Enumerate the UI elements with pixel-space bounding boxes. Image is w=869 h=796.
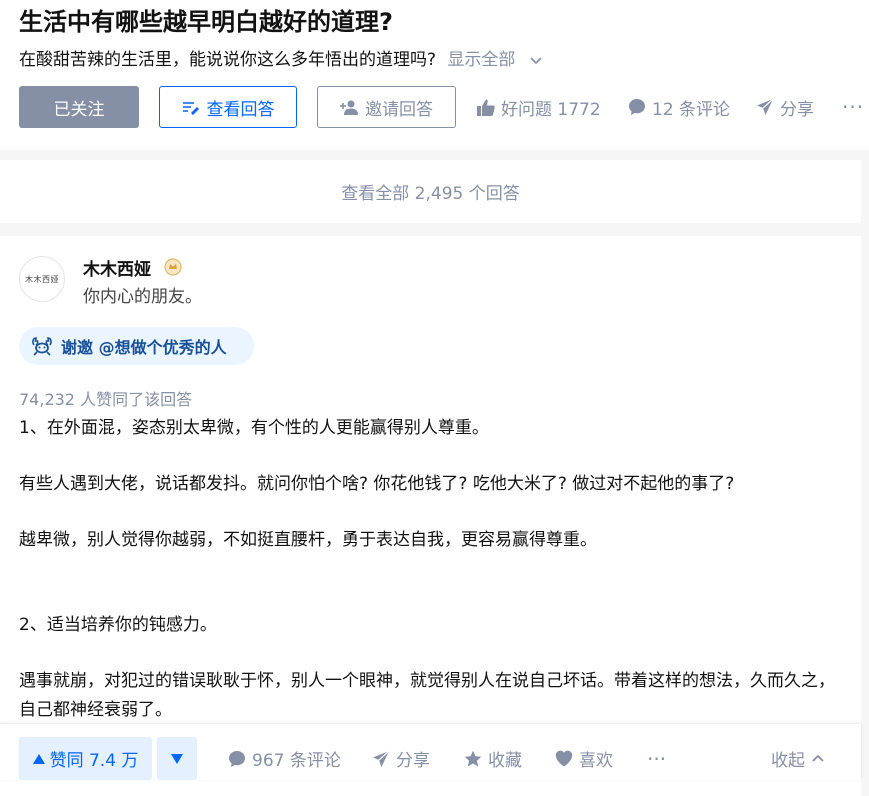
invite-tag[interactable]: 谢邀 @想做个优秀的人 <box>19 327 254 365</box>
author-name[interactable]: 木木西娅 <box>83 255 151 280</box>
more-icon: ··· <box>842 95 865 119</box>
answer-comments-label: 967 条评论 <box>252 751 341 771</box>
question-detail-text: 在酸甜苦辣的生活里，能说说你这么多年悟出的道理吗? <box>19 50 437 70</box>
question-comments-label: 12 条评论 <box>652 99 731 120</box>
star-icon <box>464 750 482 766</box>
triangle-down-icon <box>171 753 183 764</box>
question-share-label: 分享 <box>780 99 814 120</box>
answer-paragraph: 遇事就崩，对犯过的错误耿耿于怀，别人一个眼神，就觉得别人在说自己坏话。带着这样的… <box>19 671 835 720</box>
collapse-button[interactable]: 收起 <box>771 737 825 780</box>
view-all-answers-button[interactable]: 查看全部 2,495 个回答 <box>0 160 861 223</box>
answer-paragraph: 2、适当培养你的钝感力。 <box>19 615 217 635</box>
vote-up-button[interactable]: 赞同 7.4 万 <box>19 737 152 780</box>
invite-crab-icon <box>32 337 52 356</box>
author-bio: 你内心的朋友。 <box>83 287 202 307</box>
followed-label: 已关注 <box>53 99 105 120</box>
view-answers-button[interactable]: 查看回答 <box>159 86 297 128</box>
answer-content: 1、在外面混，姿态别太卑微，有个性的人更能赢得别人尊重。 有些人遇到大佬，说话都… <box>19 414 839 752</box>
question-more-button[interactable]: ··· <box>842 86 864 128</box>
show-all-button[interactable]: 显示全部 <box>447 50 542 70</box>
question-header: 生活中有哪些越早明白越好的道理? 在酸甜苦辣的生活里，能说说你这么多年悟出的道理… <box>0 0 869 150</box>
answer-action-bar: 赞同 7.4 万 967 条评论 分享 收藏 喜欢 ··· 收起 <box>0 724 861 780</box>
invite-tag-label: 谢邀 @想做个优秀的人 <box>61 338 227 357</box>
votes-count: 74,232 人赞同了该回答 <box>19 390 193 409</box>
comment-icon <box>629 99 645 115</box>
collect-button[interactable]: 收藏 <box>464 737 522 780</box>
question-detail: 在酸甜苦辣的生活里，能说说你这么多年悟出的道理吗? 显示全部 <box>19 47 543 73</box>
invite-answer-button[interactable]: 邀请回答 <box>317 86 456 128</box>
answer-card: 木木西娅 木木西娅 你内心的朋友。 谢邀 @想做个优秀的人 74,232 人赞同… <box>0 236 861 796</box>
paper-plane-icon <box>757 98 774 115</box>
pencil-lines-icon <box>182 102 199 115</box>
triangle-up-icon <box>32 753 45 764</box>
answer-share-button[interactable]: 分享 <box>372 737 430 780</box>
comment-icon <box>229 750 245 767</box>
avatar[interactable]: 木木西娅 <box>19 256 65 302</box>
answer-share-label: 分享 <box>396 751 430 771</box>
like-button[interactable]: 喜欢 <box>555 737 613 780</box>
show-all-label: 显示全部 <box>447 50 516 70</box>
vote-down-button[interactable] <box>157 737 197 780</box>
view-answers-label: 查看回答 <box>206 99 275 120</box>
badge-icon[interactable] <box>164 258 182 276</box>
answer-paragraph: 有些人遇到大佬，说话都发抖。就问你怕个啥? 你花他钱了? 吃他大米了? 做过对不… <box>19 474 735 494</box>
followed-button[interactable]: 已关注 <box>19 86 139 128</box>
chevron-up-icon <box>812 754 824 762</box>
question-title[interactable]: 生活中有哪些越早明白越好的道理? <box>19 4 393 40</box>
good-question-button[interactable]: 好问题 1772 <box>477 86 601 128</box>
question-share-button[interactable]: 分享 <box>756 86 814 128</box>
more-icon: ··· <box>647 746 667 771</box>
like-label: 喜欢 <box>579 751 613 771</box>
heart-icon <box>555 750 573 767</box>
answer-comments-button[interactable]: 967 条评论 <box>228 737 341 780</box>
avatar-text: 木木西娅 <box>25 274 59 284</box>
view-all-answers-label: 查看全部 2,495 个回答 <box>341 184 520 204</box>
invite-answer-label: 邀请回答 <box>365 99 433 120</box>
vote-up-label: 赞同 7.4 万 <box>49 751 139 771</box>
answer-paragraph: 越卑微，别人觉得你越弱，不如挺直腰杆，勇于表达自我，更容易赢得尊重。 <box>19 530 597 550</box>
answer-more-button[interactable]: ··· <box>647 737 666 780</box>
paper-plane-icon <box>373 750 390 767</box>
collect-label: 收藏 <box>488 751 522 771</box>
add-user-icon <box>340 100 358 115</box>
collapse-label: 收起 <box>771 751 805 771</box>
chevron-down-icon <box>530 57 542 65</box>
thumbs-up-icon <box>477 99 495 116</box>
good-question-label: 好问题 1772 <box>501 99 601 120</box>
question-comments-button[interactable]: 12 条评论 <box>628 86 730 128</box>
answer-paragraph: 1、在外面混，姿态别太卑微，有个性的人更能赢得别人尊重。 <box>19 418 489 438</box>
